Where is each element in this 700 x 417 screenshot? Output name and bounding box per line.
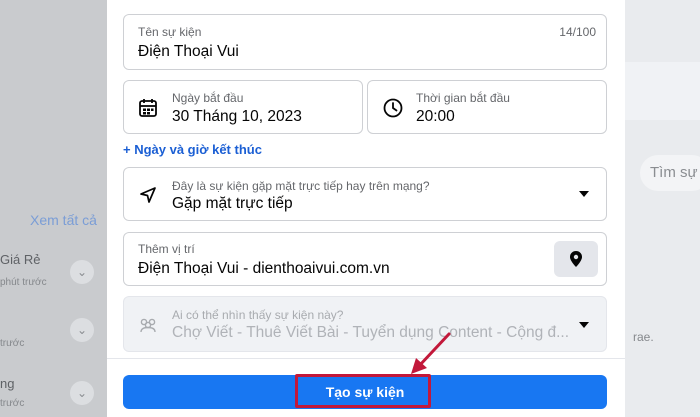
add-end-date-link[interactable]: + Ngày và giờ kết thúc bbox=[123, 142, 262, 157]
bg-item-sub: phút trước bbox=[0, 277, 47, 288]
navigation-arrow-icon bbox=[140, 187, 156, 203]
chevron-down-icon[interactable]: ⌄ bbox=[70, 381, 94, 405]
start-time-field[interactable]: Thời gian bắt đầu 20:00 bbox=[367, 80, 607, 134]
location-label: Thêm vị trí bbox=[138, 242, 195, 256]
bg-item-sub: trước bbox=[0, 338, 25, 349]
bg-item-title: ng bbox=[0, 376, 15, 391]
bg-search-input[interactable]: Tìm sự bbox=[640, 155, 700, 191]
event-name-label: Tên sự kiện bbox=[138, 25, 202, 39]
privacy-value: Chợ Viết - Thuê Viết Bài - Tuyển dụng Co… bbox=[172, 324, 570, 341]
background-left-panel: Xem tất cả Giá Rẻ phút trước ⌄ trước ⌄ n… bbox=[0, 0, 107, 417]
map-pin-button[interactable] bbox=[554, 241, 598, 277]
red-arrow-annotation bbox=[411, 332, 451, 374]
start-date-field[interactable]: Ngày bắt đầu 30 Tháng 10, 2023 bbox=[123, 80, 363, 134]
character-counter: 14/100 bbox=[559, 25, 596, 39]
bg-item-title: Giá Rẻ bbox=[0, 252, 41, 267]
calendar-icon bbox=[139, 99, 157, 117]
caret-down-icon bbox=[579, 322, 589, 328]
footer-divider bbox=[107, 358, 625, 359]
chevron-down-icon[interactable]: ⌄ bbox=[70, 260, 94, 284]
start-time-value: 20:00 bbox=[416, 108, 455, 125]
map-pin-icon bbox=[570, 251, 582, 267]
clock-icon bbox=[383, 98, 403, 118]
event-type-select[interactable]: Đây là sự kiện gặp mặt trực tiếp hay trê… bbox=[123, 167, 607, 221]
see-all-link[interactable]: Xem tất cả bbox=[30, 212, 97, 228]
chevron-down-icon[interactable]: ⌄ bbox=[70, 318, 94, 342]
event-type-label: Đây là sự kiện gặp mặt trực tiếp hay trê… bbox=[172, 179, 430, 193]
group-icon bbox=[140, 318, 156, 333]
start-date-value: 30 Tháng 10, 2023 bbox=[172, 108, 302, 125]
start-date-label: Ngày bắt đầu bbox=[172, 91, 244, 105]
event-type-value: Gặp mặt trực tiếp bbox=[172, 195, 293, 212]
location-field[interactable]: Thêm vị trí Điện Thoại Vui - dienthoaivu… bbox=[123, 232, 607, 286]
start-time-label: Thời gian bắt đầu bbox=[416, 91, 510, 105]
privacy-select: Ai có thể nhìn thấy sự kiện này? Chợ Viế… bbox=[123, 296, 607, 352]
bg-side-text: rae. bbox=[633, 330, 654, 344]
location-value: Điện Thoại Vui - dienthoaivui.com.vn bbox=[138, 260, 390, 277]
event-name-field[interactable]: Tên sự kiện 14/100 Điện Thoại Vui bbox=[123, 14, 607, 70]
privacy-label: Ai có thể nhìn thấy sự kiện này? bbox=[172, 308, 344, 322]
background-right-panel: rae. bbox=[625, 0, 700, 417]
bg-item-sub: trước bbox=[0, 398, 25, 409]
bg-band bbox=[625, 62, 700, 120]
caret-down-icon[interactable] bbox=[578, 190, 590, 198]
event-name-value: Điện Thoại Vui bbox=[138, 43, 239, 60]
create-event-modal: Tên sự kiện 14/100 Điện Thoại Vui Ngày b… bbox=[107, 0, 625, 417]
